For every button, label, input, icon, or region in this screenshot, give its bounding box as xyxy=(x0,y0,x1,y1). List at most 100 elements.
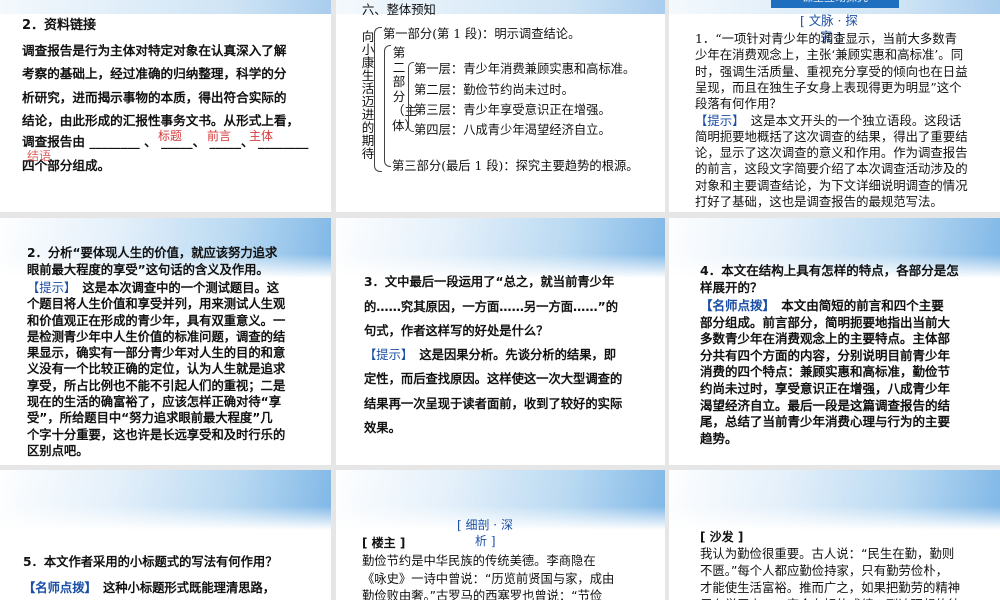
slide-structure-overview: 六、整体预知 向小康生活迈进的期待 第一部分(第 1 段)：明示调查结论。 第二… xyxy=(336,0,665,212)
slide-question-2: 2．分析“要体现人生的价值，就应该努力追求 眼前最大程度的享受”这句话的含义及作用… xyxy=(0,218,331,465)
text-line: 呈现，而且在独生子女身上表现得更为明显”这个 xyxy=(695,79,962,95)
text-line: 打好了基础，这也是调查报告的最规范写法。 xyxy=(695,193,943,209)
brace-icon xyxy=(374,27,382,172)
text-line: 多数青少年在消费观念上的主要特点。主体部 xyxy=(700,331,951,347)
slide-resource-link: 2．资料链接 调查报告是行为主体对特定对象在认真深入了解 考察的基础上，经过准确的… xyxy=(0,0,331,212)
hint: 【名师点拨】 本文由简短的前言和四个主要 部分组成。前言部分，简明扼要地指出当前… xyxy=(700,298,950,447)
text-line: 渴望经济自立。最后一段是这篇调查报告的结 xyxy=(700,397,951,413)
text-line: 样展开的？ xyxy=(700,279,763,295)
slide-question-3: 3．文中最后一段运用了“总之，就当前青少年 的……究其原因，一方面……另一方面……… xyxy=(336,218,665,465)
slide-question-1: 课堂互动探究 [ 文脉 · 探 究 ] 1．“一项针对青少年的调查显示，当前大多… xyxy=(669,0,1000,212)
text-line: 2．分析“要体现人生的价值，就应该努力追求 xyxy=(27,246,278,260)
text-line: 这是因果分析。先谈分析的结果，即 xyxy=(407,348,617,362)
text-line: 约尚未过时，享受意识正在增强，八成青少年 xyxy=(700,380,951,396)
question: 3．文中最后一段运用了“总之，就当前青少年 的……究其原因，一方面……另一方面……… xyxy=(364,270,618,344)
text-line: 勤俭节约是中华民族的传统美德。李商隐在 xyxy=(362,554,596,568)
text-line: 3．文中最后一段运用了“总之，就当前青少年 xyxy=(364,275,615,289)
text-line: 论，显示了这次调查的意义和作用。作为调查报告 xyxy=(695,145,968,161)
text-line: 受”，所给题目中“努力追求眼前最大程度”几 xyxy=(27,411,273,426)
answer-body: 主体 xyxy=(249,129,274,143)
text-line: 分共有四个方面的内容，分别说明目前青少年 xyxy=(700,347,951,363)
answer-conclusion: 结语 xyxy=(27,149,52,163)
paragraph: 调查报告是行为主体对特定对象在认真深入了解 考察的基础上，经过准确的归纳整理，科学… xyxy=(22,39,299,132)
text-line: 是检测青少年中人生价值的标准问题，调查的结 xyxy=(27,329,286,344)
text-line: 《咏史》一诗中曾说：“历览前贤国与家，成由 xyxy=(362,571,615,586)
part-two: 第二部分（主体） xyxy=(392,45,418,133)
text-line: 这是本文开头的一个独立语段。这段话 xyxy=(738,112,962,128)
text-line: 这种小标题形式既能理清思路， xyxy=(90,581,276,595)
hint-body: 部分组成。前言部分，简明扼要地指出当前大 多数青少年在消费观念上的主要特点。主体部… xyxy=(700,315,950,448)
hint-body: 定性，而后查找原因。这样使这一次大型调查的 结果再一次呈现于读者面前，收到了较好的… xyxy=(364,367,622,440)
text-line: 考察的基础上，经过准确的归纳整理，科学的分 xyxy=(22,66,287,82)
text-line: 果显示，确实有一部分青少年对人生的目的和意 xyxy=(27,346,286,361)
layer-three: 第三层：青少年享受意识正在增强。 xyxy=(414,103,611,117)
part-one: 第一部分(第 1 段)：明示调查结论。 xyxy=(383,27,581,41)
text-line: 的前言，这段文字简要介绍了本次调查活动涉及的 xyxy=(695,161,968,177)
text-line: 消费的四个特点：兼顾实惠和高标准，勤俭节 xyxy=(700,364,951,380)
text-line: 眼前最大程度的享受”这句话的含义及作用。 xyxy=(27,262,269,277)
question: 4．本文在结构上具有怎样的特点，各部分是怎 样展开的？ xyxy=(700,263,959,297)
hint-label: 【提示】 xyxy=(695,112,739,128)
text-line: 用在学习上，一定会有好的成绩，到达理想的彼 xyxy=(700,596,960,600)
slide-question-5: 5．本文作者采用的小标题式的写法有何作用？ 【名师点拨】 这种小标题形式既能理清… xyxy=(0,470,331,600)
text-line: 析研究，进而揭示事物的本质，得出符合实际的 xyxy=(22,89,287,105)
hint: 【提示】 这是本文开头的一个独立语段。这段话 简明扼要地概括了这次调查的结果，得… xyxy=(695,113,968,211)
text-line: 我认为勤俭很重要。古人说：“民生在勤，勤则 xyxy=(700,546,955,561)
hint: 【名师点拨】 这种小标题形式既能理清思路， xyxy=(23,578,275,596)
answer-preface: 前言 xyxy=(207,129,232,143)
root-topic: 向小康生活迈进的期待 xyxy=(361,29,375,161)
question: 2．分析“要体现人生的价值，就应该努力追求 眼前最大程度的享受”这句话的含义及作用… xyxy=(27,245,277,278)
text-line: 效果。 xyxy=(364,420,401,435)
text-line: 和价值观正在形成的青少年，具有双重意义。一 xyxy=(27,313,286,328)
text-line: 简明扼要地概括了这次调查的结果，得出了重要结 xyxy=(695,128,968,144)
text-line: 调查报告是行为主体对特定对象在认真深入了解 xyxy=(22,43,287,58)
layer-two: 第二层：勤俭节约尚未过时。 xyxy=(414,83,574,97)
text-line: 才能使生活富裕。推而广之，如果把勤劳的精神 xyxy=(700,580,961,595)
text-line: 时，强调生活质量、重视充分享受的倾向也在日益 xyxy=(695,63,968,79)
text-line: 对象和主要调查结论，为下文详细说明调查的情况 xyxy=(695,177,968,193)
text-line: 结果再一次呈现于读者面前，收到了较好的实际 xyxy=(364,396,623,411)
text-line: 不匮。”每个人都应勤俭持家，只有勤劳俭朴， xyxy=(700,563,949,578)
text-line: 段落有何作用？ xyxy=(695,96,782,112)
text-line: 个题目将人生价值和享受并列，用来测试人生观 xyxy=(27,297,286,312)
hint: 【提示】 这是本次调查中的一个测试题目。这 个题目将人生价值和享受并列，用来测试… xyxy=(27,280,285,459)
text-line: 的……究其原因，一方面……另一方面……”的 xyxy=(364,299,619,314)
brace-icon xyxy=(384,45,391,167)
text-line: 义没有一个比较正确的定位，认为人生就是追求 xyxy=(27,362,286,377)
slide-discussion-host: [ 细剖 · 深 析 ] [ 楼主 ] 勤俭节约是中华民族的传统美德。李商隐在《… xyxy=(336,470,665,600)
text-line: 定性，而后查找原因。这样使这一次大型调查的 xyxy=(364,372,623,387)
hint-body: 个题目将人生价值和享受并列，用来测试人生观 和价值观正在形成的青少年，具有双重意义… xyxy=(27,296,285,459)
part-three: 第三部分(最后 1 段)：探究主要趋势的根源。 xyxy=(392,159,639,173)
text-line: 1．“一项针对青少年的调查显示，当前大多数青 xyxy=(695,31,958,46)
hint-label: 【提示】 xyxy=(27,281,71,295)
post-body: 勤俭节约是中华民族的传统美德。李商隐在《咏史》一诗中曾说：“历览前贤国与家，成由… xyxy=(362,553,614,600)
text-line: 部分组成。前言部分，简明扼要地指出当前大 xyxy=(700,314,951,330)
text-line: 勤俭败由奢。”古罗马的西塞罗也曾说：“节俭 xyxy=(362,589,603,600)
section-heading: 六、整体预知 xyxy=(362,3,436,17)
section-tag-cont: 析 ] xyxy=(475,534,496,548)
hint-body: 简明扼要地概括了这次调查的结果，得出了重要结 论，显示了这次调查的意义和作用。作为… xyxy=(695,129,968,210)
speaker-label: [ 楼主 ] xyxy=(362,536,406,550)
text-line: 区别点吧。 xyxy=(27,443,89,458)
layer-four: 第四层：八成青少年渴望经济自立。 xyxy=(414,123,611,137)
text-line: 这是本次调查中的一个测试题目。这 xyxy=(70,281,280,295)
hint: 【提示】 这是因果分析。先谈分析的结果，即 定性，而后查找原因。这样使这一次大型… xyxy=(364,343,622,440)
section-banner: 课堂互动探究 xyxy=(771,0,899,8)
text-line: 趋势。 xyxy=(700,430,738,446)
text-line: 尾，总结了当前青少年消费心理与行为的主要 xyxy=(700,414,951,430)
hint-label: 【名师点拨】 xyxy=(23,581,91,595)
section-tag: [ 细剖 · 深 xyxy=(457,518,513,532)
post-body: 我认为勤俭很重要。古人说：“民生在勤，勤则 不匮。”每个人都应勤俭持家，只有勤劳俭… xyxy=(700,545,960,600)
slide-discussion-reply: [ 沙发 ] 我认为勤俭很重要。古人说：“民生在勤，勤则 不匮。”每个人都应勤俭持… xyxy=(669,470,1000,600)
text-line: 个字十分重要，这也许是长远享受和及时行乐的 xyxy=(27,427,286,442)
text-line: 4．本文在结构上具有怎样的特点，各部分是怎 xyxy=(700,263,959,278)
text-line: 本文由简短的前言和四个主要 xyxy=(768,298,944,313)
text-line: 享受，所占比例也不能不引起人们的重视；二是 xyxy=(27,378,286,393)
text-line: 句式，作者这样写的好处是什么？ xyxy=(364,324,549,338)
hint-label: 【提示】 xyxy=(364,348,408,362)
slide-question-4: 4．本文在结构上具有怎样的特点，各部分是怎 样展开的？ 【名师点拨】 本文由简短的… xyxy=(669,218,1000,465)
layer-one: 第一层：青少年消费兼顾实惠和高标准。 xyxy=(414,62,636,76)
slide-title: 2．资料链接 xyxy=(22,18,97,33)
question: 5．本文作者采用的小标题式的写法有何作用？ xyxy=(23,555,278,569)
question: 1．“一项针对青少年的调查显示，当前大多数青 少年在消费观念上，主张‘兼顾实惠和高… xyxy=(695,31,968,112)
